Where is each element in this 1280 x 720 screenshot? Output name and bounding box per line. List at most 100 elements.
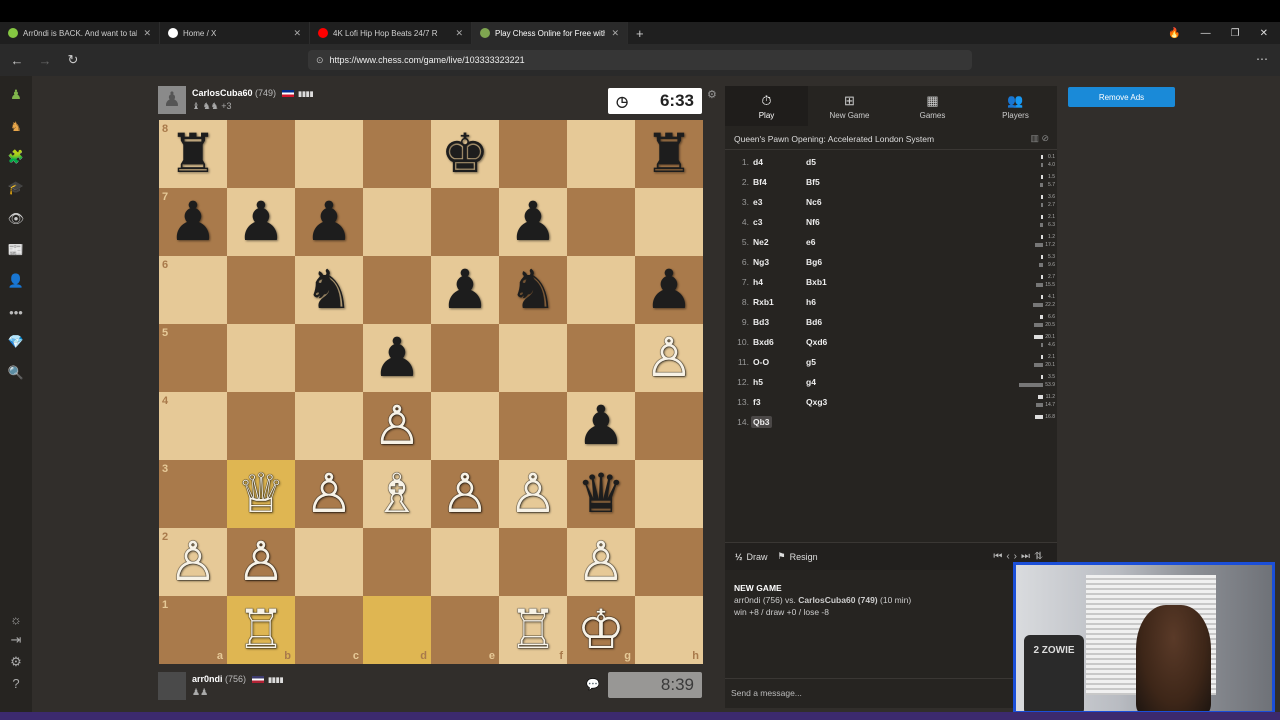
square-b5[interactable] bbox=[227, 324, 295, 392]
square-g5[interactable] bbox=[567, 324, 635, 392]
square-a1[interactable]: 1a bbox=[159, 596, 227, 664]
white-move[interactable]: Rxb1 bbox=[753, 297, 774, 307]
square-b7[interactable]: ♟ bbox=[227, 188, 295, 256]
close-window-button[interactable]: ✕ bbox=[1260, 28, 1268, 39]
opponent-avatar[interactable]: ♟ bbox=[158, 86, 186, 114]
square-a8[interactable]: ♜ 8 bbox=[159, 120, 227, 188]
square-e6[interactable]: ♟ bbox=[431, 256, 499, 324]
black-piece[interactable]: ♞ bbox=[295, 256, 363, 324]
watch-icon[interactable]: 👁 bbox=[7, 210, 25, 228]
square-d7[interactable] bbox=[363, 188, 431, 256]
square-a4[interactable]: 4 bbox=[159, 392, 227, 460]
square-h5[interactable]: ♙ bbox=[635, 324, 703, 392]
minimize-button[interactable]: — bbox=[1201, 28, 1211, 39]
white-move[interactable]: e3 bbox=[753, 197, 762, 207]
search-icon[interactable]: 🔍 bbox=[7, 364, 25, 382]
square-c8[interactable] bbox=[295, 120, 363, 188]
square-d8[interactable] bbox=[363, 120, 431, 188]
square-c7[interactable]: ♟ bbox=[295, 188, 363, 256]
black-piece[interactable]: ♜ bbox=[635, 120, 703, 188]
square-d6[interactable] bbox=[363, 256, 431, 324]
black-move[interactable]: Bd6 bbox=[806, 317, 822, 327]
theme-icon[interactable]: ☼ bbox=[7, 610, 25, 628]
player-name-row[interactable]: arr0ndi (756) ▮▮▮▮ bbox=[192, 674, 284, 684]
square-g1[interactable]: ♔ g bbox=[567, 596, 635, 664]
black-piece[interactable]: ♟ bbox=[431, 256, 499, 324]
black-piece[interactable]: ♟ bbox=[567, 392, 635, 460]
square-g4[interactable]: ♟ bbox=[567, 392, 635, 460]
black-piece[interactable]: ♞ bbox=[499, 256, 567, 324]
white-move[interactable]: d4 bbox=[753, 157, 763, 167]
square-d5[interactable]: ♟ bbox=[363, 324, 431, 392]
white-piece[interactable]: ♙ bbox=[499, 460, 567, 528]
tab-close-icon[interactable]: ✕ bbox=[287, 28, 301, 39]
white-move[interactable]: Bxd6 bbox=[753, 337, 774, 347]
chat-bubble-icon[interactable]: 💬 bbox=[586, 678, 600, 691]
tab-close-icon[interactable]: ✕ bbox=[137, 28, 151, 39]
square-a3[interactable]: 3 bbox=[159, 460, 227, 528]
news-icon[interactable]: 📰 bbox=[7, 241, 25, 259]
square-f6[interactable]: ♞ bbox=[499, 256, 567, 324]
browser-menu-icon[interactable]: ⋯ bbox=[1256, 52, 1268, 66]
square-b3[interactable]: ♕ bbox=[227, 460, 295, 528]
white-piece[interactable]: ♙ bbox=[363, 392, 431, 460]
square-h2[interactable] bbox=[635, 528, 703, 596]
opening-name[interactable]: Queen's Pawn Opening: Accelerated London… bbox=[734, 134, 934, 144]
black-move[interactable]: Bf5 bbox=[806, 177, 820, 187]
white-move[interactable]: O-O bbox=[753, 357, 769, 367]
player-name[interactable]: arr0ndi bbox=[192, 674, 223, 684]
white-piece[interactable]: ♙ bbox=[227, 528, 295, 596]
tab-games[interactable]: ▦ Games bbox=[891, 86, 974, 126]
black-piece[interactable]: ♟ bbox=[159, 188, 227, 256]
square-h1[interactable]: h bbox=[635, 596, 703, 664]
square-e7[interactable] bbox=[431, 188, 499, 256]
white-move[interactable]: h4 bbox=[753, 277, 763, 287]
draw-button[interactable]: ½ Draw bbox=[735, 552, 768, 562]
tab-close-icon[interactable]: ✕ bbox=[449, 28, 463, 39]
square-e8[interactable]: ♚ bbox=[431, 120, 499, 188]
book-icon[interactable]: ▥ ⊘ bbox=[1030, 133, 1049, 144]
move-navigation[interactable]: ⏮‹›⏭⇅ bbox=[993, 551, 1047, 562]
white-piece[interactable]: ♙ bbox=[431, 460, 499, 528]
puzzles-icon[interactable]: 🧩 bbox=[7, 148, 25, 166]
black-piece[interactable]: ♚ bbox=[431, 120, 499, 188]
white-move[interactable]: Qb3 bbox=[751, 416, 772, 428]
square-b2[interactable]: ♙ bbox=[227, 528, 295, 596]
square-c2[interactable] bbox=[295, 528, 363, 596]
square-c6[interactable]: ♞ bbox=[295, 256, 363, 324]
square-b4[interactable] bbox=[227, 392, 295, 460]
browser-tab[interactable]: 4K Lofi Hip Hop Beats 24/7 R ✕ bbox=[310, 22, 472, 44]
help-icon[interactable]: ? bbox=[7, 674, 25, 692]
square-e3[interactable]: ♙ bbox=[431, 460, 499, 528]
chess-board[interactable]: ♜ 8 ♚ ♜ ♟ 7 ♟ ♟ ♟ 6 ♞ ♟ ♞ ♟ 5 ♟ ♙ 4 ♙ ♟ 3 ♕ ♙ ♗ ♙ ♙ ♛ ♙ 2 ♙ ♙ 1 a ♖ b c d e ♖ f… bbox=[159, 120, 703, 664]
square-f5[interactable] bbox=[499, 324, 567, 392]
square-g8[interactable] bbox=[567, 120, 635, 188]
diamond-icon[interactable]: 💎 bbox=[7, 333, 25, 351]
white-move[interactable]: Ne2 bbox=[753, 237, 769, 247]
opponent-name-row[interactable]: CarlosCuba60 (749) ▮▮▮▮ bbox=[192, 88, 314, 98]
collapse-icon[interactable]: ⇥ bbox=[7, 631, 25, 649]
site-info-icon[interactable]: ⊙ bbox=[316, 55, 324, 66]
square-g6[interactable] bbox=[567, 256, 635, 324]
square-a6[interactable]: 6 bbox=[159, 256, 227, 324]
white-move[interactable]: Bf4 bbox=[753, 177, 767, 187]
white-piece[interactable]: ♙ bbox=[295, 460, 363, 528]
board-settings-icon[interactable]: ⚙ bbox=[707, 88, 717, 101]
resign-button[interactable]: ⚑ Resign bbox=[778, 551, 818, 562]
back-icon[interactable]: ← bbox=[6, 53, 28, 68]
black-move[interactable]: Nf6 bbox=[806, 217, 820, 227]
square-f1[interactable]: ♖ f bbox=[499, 596, 567, 664]
square-h4[interactable] bbox=[635, 392, 703, 460]
square-h8[interactable]: ♜ bbox=[635, 120, 703, 188]
black-move[interactable]: Qxg3 bbox=[806, 397, 827, 407]
black-move[interactable]: Nc6 bbox=[806, 197, 822, 207]
square-f4[interactable] bbox=[499, 392, 567, 460]
player-avatar[interactable] bbox=[158, 672, 186, 700]
url-field[interactable]: ⊙ https://www.chess.com/game/live/103333… bbox=[308, 50, 972, 70]
white-piece[interactable]: ♗ bbox=[363, 460, 431, 528]
black-piece[interactable]: ♟ bbox=[363, 324, 431, 392]
chess-logo-icon[interactable]: ♟ bbox=[7, 86, 25, 104]
new-tab-button[interactable]: + bbox=[628, 26, 652, 41]
browser-tab[interactable]: Home / X ✕ bbox=[160, 22, 310, 44]
social-icon[interactable]: 👤 bbox=[7, 272, 25, 290]
